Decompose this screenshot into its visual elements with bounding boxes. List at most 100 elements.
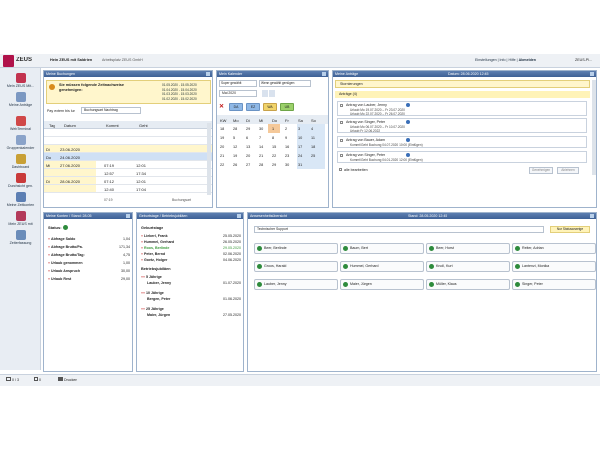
header-links[interactable]: Einstellungen | Info | Hilfe | Abmelden [475, 58, 536, 62]
list-item[interactable]: Maier, Jürgen 27.05.2020 [147, 313, 241, 317]
request-checkbox[interactable] [340, 104, 343, 107]
panel-menu-icon[interactable] [126, 214, 130, 218]
request-item[interactable]: Antrag von Singer, Peter Kommt/Geht Buch… [337, 151, 587, 163]
list-item[interactable]: » Lieberl, Frank 25.05.2020 [141, 234, 241, 238]
employee-card[interactable]: Beer, Horst [426, 243, 510, 254]
status-bar [0, 374, 600, 386]
header-link[interactable]: Einstellungen [475, 58, 497, 62]
month-select[interactable]: Mai 2020 [219, 90, 257, 97]
panel-menu-icon[interactable] [590, 72, 594, 76]
sidebar-item-zeiterfassung[interactable]: Zeiterfassung [2, 230, 39, 245]
filter-select[interactable]: Buchungsart Nachtrag [81, 107, 141, 114]
panel-title: Mein Kalender [217, 71, 328, 77]
sidebar-item-mein-zeus-mit[interactable]: Mein ZEUS mit [2, 211, 39, 226]
department-select[interactable]: Technischer Support [254, 226, 544, 233]
panel-menu-icon[interactable] [322, 72, 326, 76]
close-icon[interactable]: ✕ [219, 104, 225, 110]
sidebar-item-webterminal[interactable]: WebTerminal [2, 116, 39, 131]
antraege-tab[interactable]: Anträge (4) [335, 91, 590, 98]
info-icon[interactable] [406, 138, 410, 142]
panel-title: Anwesenheitsübersicht Stand: 28.05.2020 1… [248, 213, 596, 219]
info-icon[interactable] [406, 153, 410, 157]
table-row[interactable]: Di 23.06.2020 [44, 145, 212, 153]
list-item[interactable]: » Hummel, Gerhard 26.05.2020 [141, 240, 241, 244]
request-item[interactable]: Antrag von Singer, Peter Urlaub Mo 06.07… [337, 118, 587, 133]
approve-button[interactable]: Genehmigen [529, 167, 553, 174]
list-item: » Abfrage Saldo 1,04 [48, 237, 130, 241]
employee-card[interactable]: Lauber, Jenny [254, 279, 338, 290]
employee-card[interactable]: Hummel, Gerhard [340, 261, 424, 272]
type-button-ez[interactable]: EZ [246, 103, 260, 111]
sidebar-item-zeitkonten[interactable]: Meine Zeitkonten [2, 192, 39, 207]
calendar-next-icon[interactable] [269, 90, 275, 97]
present-icon [343, 263, 348, 269]
employee-card[interactable]: Beer, Berlinde [254, 243, 338, 254]
sidebar-item-gruppenkalender[interactable]: Gruppenkalender [2, 135, 39, 150]
request-item[interactable]: Antrag von Lauber, Jenny Urlaub Mo 19.07… [337, 101, 587, 116]
notice-dates[interactable]: 01.05.2020 - 15.05.2020 01.04.2020 - 15.0… [162, 83, 197, 101]
select-all-checkbox[interactable]: alle bearbeiten [339, 168, 368, 172]
employee-card[interactable]: Reiter, Adrian [512, 243, 596, 254]
info-icon[interactable] [406, 120, 410, 124]
table-body: Di 23.06.2020 Do 24.06.2020 Mi 27.06.2020 07… [44, 129, 212, 197]
employee-card[interactable]: Lantenzi, Monika [512, 261, 596, 272]
table-row[interactable] [44, 137, 212, 145]
request-checkbox[interactable] [340, 121, 343, 124]
calendar-select-2[interactable]: Wenn gewählt genügen [259, 80, 311, 87]
print-button[interactable]: Drucken [58, 377, 77, 382]
list-item: » Urlaub genommen 1,00 [48, 261, 130, 265]
list-item[interactable]: Bergen, Peter 01.06.2020 [147, 297, 241, 301]
mail-icon [6, 377, 11, 381]
header-link[interactable]: Hilfe [508, 58, 515, 62]
status-filter[interactable]: Nur Statusanzeige [550, 226, 590, 233]
sidebar-item-mein-zeus[interactable]: Mein ZEUS Mit... [2, 73, 39, 88]
sidebar-item-durchsicht[interactable]: Durchsicht gen. [2, 173, 39, 188]
panel-menu-icon[interactable] [590, 214, 594, 218]
mail-counter[interactable]: 0 / 3 [6, 377, 19, 382]
table-row[interactable]: Di 28.06.2020 07:12 12:01 [44, 177, 212, 185]
table-row[interactable] [44, 129, 212, 137]
sidebar-item-dashboard[interactable]: Dashboard [2, 154, 39, 169]
type-button-wa[interactable]: WA [263, 103, 277, 111]
scrollbar[interactable] [207, 123, 211, 195]
sidebar-item-antraege[interactable]: Meine Anträge [2, 92, 39, 107]
header-link[interactable]: Info [500, 58, 506, 62]
table-row[interactable]: Do 24.06.2020 [44, 153, 212, 161]
employee-card[interactable]: Müller, Klaus [426, 279, 510, 290]
scrollbar[interactable] [592, 80, 596, 175]
list-item[interactable]: Lauber, Jenny 01.07.2020 [147, 281, 241, 285]
task-counter[interactable]: 0 [34, 377, 41, 382]
calendar-select-1[interactable]: Super gewählt [219, 80, 257, 87]
list-item[interactable]: » Peter, Bernd 02.06.2020 [141, 252, 241, 256]
dashboard-icon [15, 154, 26, 164]
notice-box: Sie müssen folgende Zeitnachweise genehm… [46, 80, 211, 104]
table-row[interactable]: 12:57 17:34 [44, 169, 212, 177]
reject-button[interactable]: Ablehnen [557, 167, 579, 174]
table-row[interactable]: Mi 27.06.2020 07:19 12:01 [44, 161, 212, 169]
zeus-logo-icon [3, 55, 14, 67]
request-checkbox[interactable] [340, 154, 343, 157]
calendar-prev-icon[interactable] [262, 90, 268, 97]
panel-menu-icon[interactable] [206, 72, 210, 76]
list-item[interactable]: » Roos, Berlinde 29.05.2020 [141, 246, 241, 250]
table-row[interactable]: 12:40 17:04 [44, 185, 212, 193]
list-item[interactable]: » Goetz, Holger 04.06.2020 [141, 258, 241, 262]
employee-card[interactable]: Singer, Peter [512, 279, 596, 290]
request-checkbox[interactable] [340, 139, 343, 142]
clock-icon [15, 192, 26, 202]
type-button-ub[interactable]: UB [280, 103, 294, 111]
present-icon [515, 263, 520, 269]
panel-menu-icon[interactable] [237, 214, 241, 218]
header-link[interactable]: Abmelden [519, 58, 536, 62]
storno-header[interactable]: Stornierungen [335, 80, 590, 88]
employee-card[interactable]: Knoll, Kurt [426, 261, 510, 272]
employee-card[interactable]: Groos, Harald [254, 261, 338, 272]
panel-kalender: Mein Kalender Super gewählt Wenn gewählt… [216, 70, 329, 208]
request-item[interactable]: Antrag von Bauer, Adam Kommt/Geht Buchun… [337, 136, 587, 148]
employee-card[interactable]: Baum, Bert [340, 243, 424, 254]
user-icon [15, 211, 26, 221]
type-button-da[interactable]: DA [229, 103, 243, 111]
employee-card[interactable]: Maier, Jürgen [340, 279, 424, 290]
footer-time: 07:19 [104, 198, 113, 202]
info-icon[interactable] [406, 103, 410, 107]
